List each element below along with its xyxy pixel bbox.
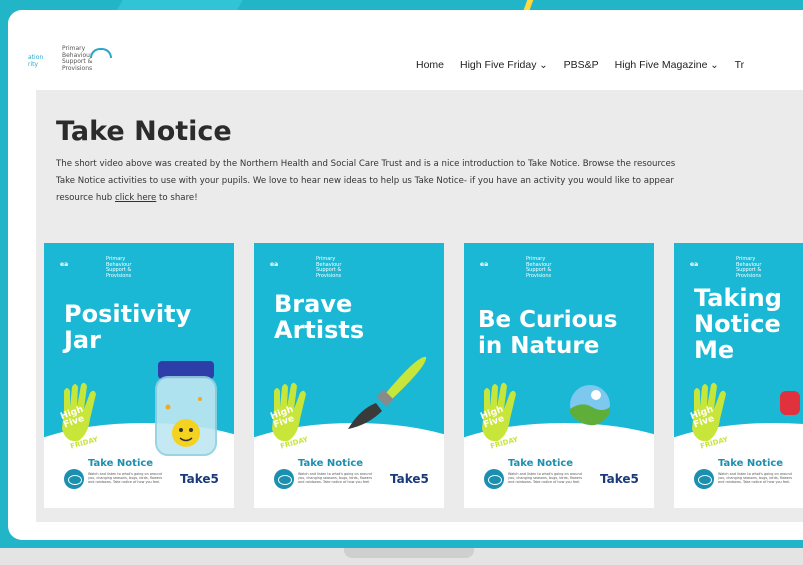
card-title: Positivity Jar (64, 301, 191, 353)
site-logo-fragment[interactable]: ation rity (28, 54, 43, 68)
laptop-notch (344, 548, 474, 558)
card-title-line: Taking (694, 284, 782, 312)
card-title-line: Positivity (64, 300, 192, 328)
card-title-line: Be Curious (478, 307, 618, 333)
para-text: resource hub (56, 193, 115, 203)
ea-logo: ea (270, 261, 279, 268)
nav-truncated[interactable]: Tr (735, 59, 745, 71)
para-line: Take Notice activities to use with your … (56, 176, 674, 186)
card-brave-artists[interactable]: ea Primary Behaviour Support & Provision… (254, 243, 444, 508)
pbsp-logo-text: Primary Behaviour Support & Provisions (526, 256, 552, 279)
eye-icon (694, 469, 714, 489)
ea-logo: ea (480, 261, 489, 268)
card-title: Brave Artists (274, 291, 364, 343)
take-notice-text: Watch and listen to what's going on arou… (718, 472, 793, 484)
eye-icon (274, 469, 294, 489)
take-notice-heading: Take Notice (508, 458, 574, 469)
top-nav: ation rity Primary Behaviour Support & P… (8, 10, 803, 90)
take-notice-text: Watch and listen to what's going on arou… (88, 472, 163, 484)
pbsp-logo-text: Primary Behaviour Support & Provisions (736, 256, 762, 279)
rainbow-logo-icon (90, 48, 112, 58)
card-title-line: Artists (274, 316, 365, 344)
intro-paragraph: The short video above was created by the… (56, 156, 803, 207)
take5-logo: Take5 (180, 472, 219, 486)
globe-icon (570, 385, 610, 426)
card-title: Taking Notice Me (694, 285, 782, 363)
pbsp-logo-text: Primary Behaviour Support & Provisions (106, 256, 132, 279)
take5-logo: Take5 (390, 472, 429, 486)
ea-logo: ea (690, 261, 699, 268)
card-title-line: Jar (64, 326, 101, 354)
para-line: The short video above was created by the… (56, 159, 676, 169)
eye-icon (484, 469, 504, 489)
take-notice-heading: Take Notice (298, 458, 364, 469)
nav-high-five-friday[interactable]: High Five Friday (460, 59, 548, 71)
take-notice-text: Watch and listen to what's going on arou… (298, 472, 373, 484)
take-notice-heading: Take Notice (88, 458, 154, 469)
card-positivity-jar[interactable]: ea Primary Behaviour Support & Provision… (44, 243, 234, 508)
card-taking-notice-of-me[interactable]: ea Primary Behaviour Support & Provision… (674, 243, 803, 508)
paintbrush-icon (348, 356, 427, 429)
nav-high-five-magazine[interactable]: High Five Magazine (615, 59, 719, 71)
nav-home[interactable]: Home (416, 59, 444, 71)
laptop-screen: ation rity Primary Behaviour Support & P… (8, 10, 803, 540)
page-title: Take Notice (56, 116, 232, 147)
card-title-line: Notice (694, 310, 781, 338)
para-line: resource hub click here to share! (56, 190, 803, 207)
card-title-line: Brave (274, 290, 353, 318)
resource-cards: ea Primary Behaviour Support & Provision… (44, 243, 803, 508)
take5-logo: Take5 (600, 472, 639, 486)
para-text: to share! (156, 193, 198, 203)
take-notice-text: Watch and listen to what's going on arou… (508, 472, 583, 484)
eye-icon (64, 469, 84, 489)
main-content: Take Notice The short video above was cr… (36, 90, 803, 522)
ea-logo: ea (60, 261, 69, 268)
heart-icon (780, 391, 800, 415)
take-notice-heading: Take Notice (718, 458, 784, 469)
nav-pbsp[interactable]: PBS&P (564, 59, 599, 71)
card-title-line: Me (694, 336, 735, 364)
pbsp-logo-text: Primary Behaviour Support & Provisions (316, 256, 342, 279)
card-be-curious-in-nature[interactable]: ea Primary Behaviour Support & Provision… (464, 243, 654, 508)
card-title-line: in Nature (478, 333, 600, 359)
pbsp-logo-text[interactable]: Primary Behaviour Support & Provisions (62, 45, 92, 72)
nav-links: Home High Five Friday PBS&P High Five Ma… (416, 59, 744, 71)
click-here-link[interactable]: click here (115, 193, 156, 203)
card-title: Be Curious in Nature (478, 307, 617, 359)
jar-icon (155, 361, 217, 456)
